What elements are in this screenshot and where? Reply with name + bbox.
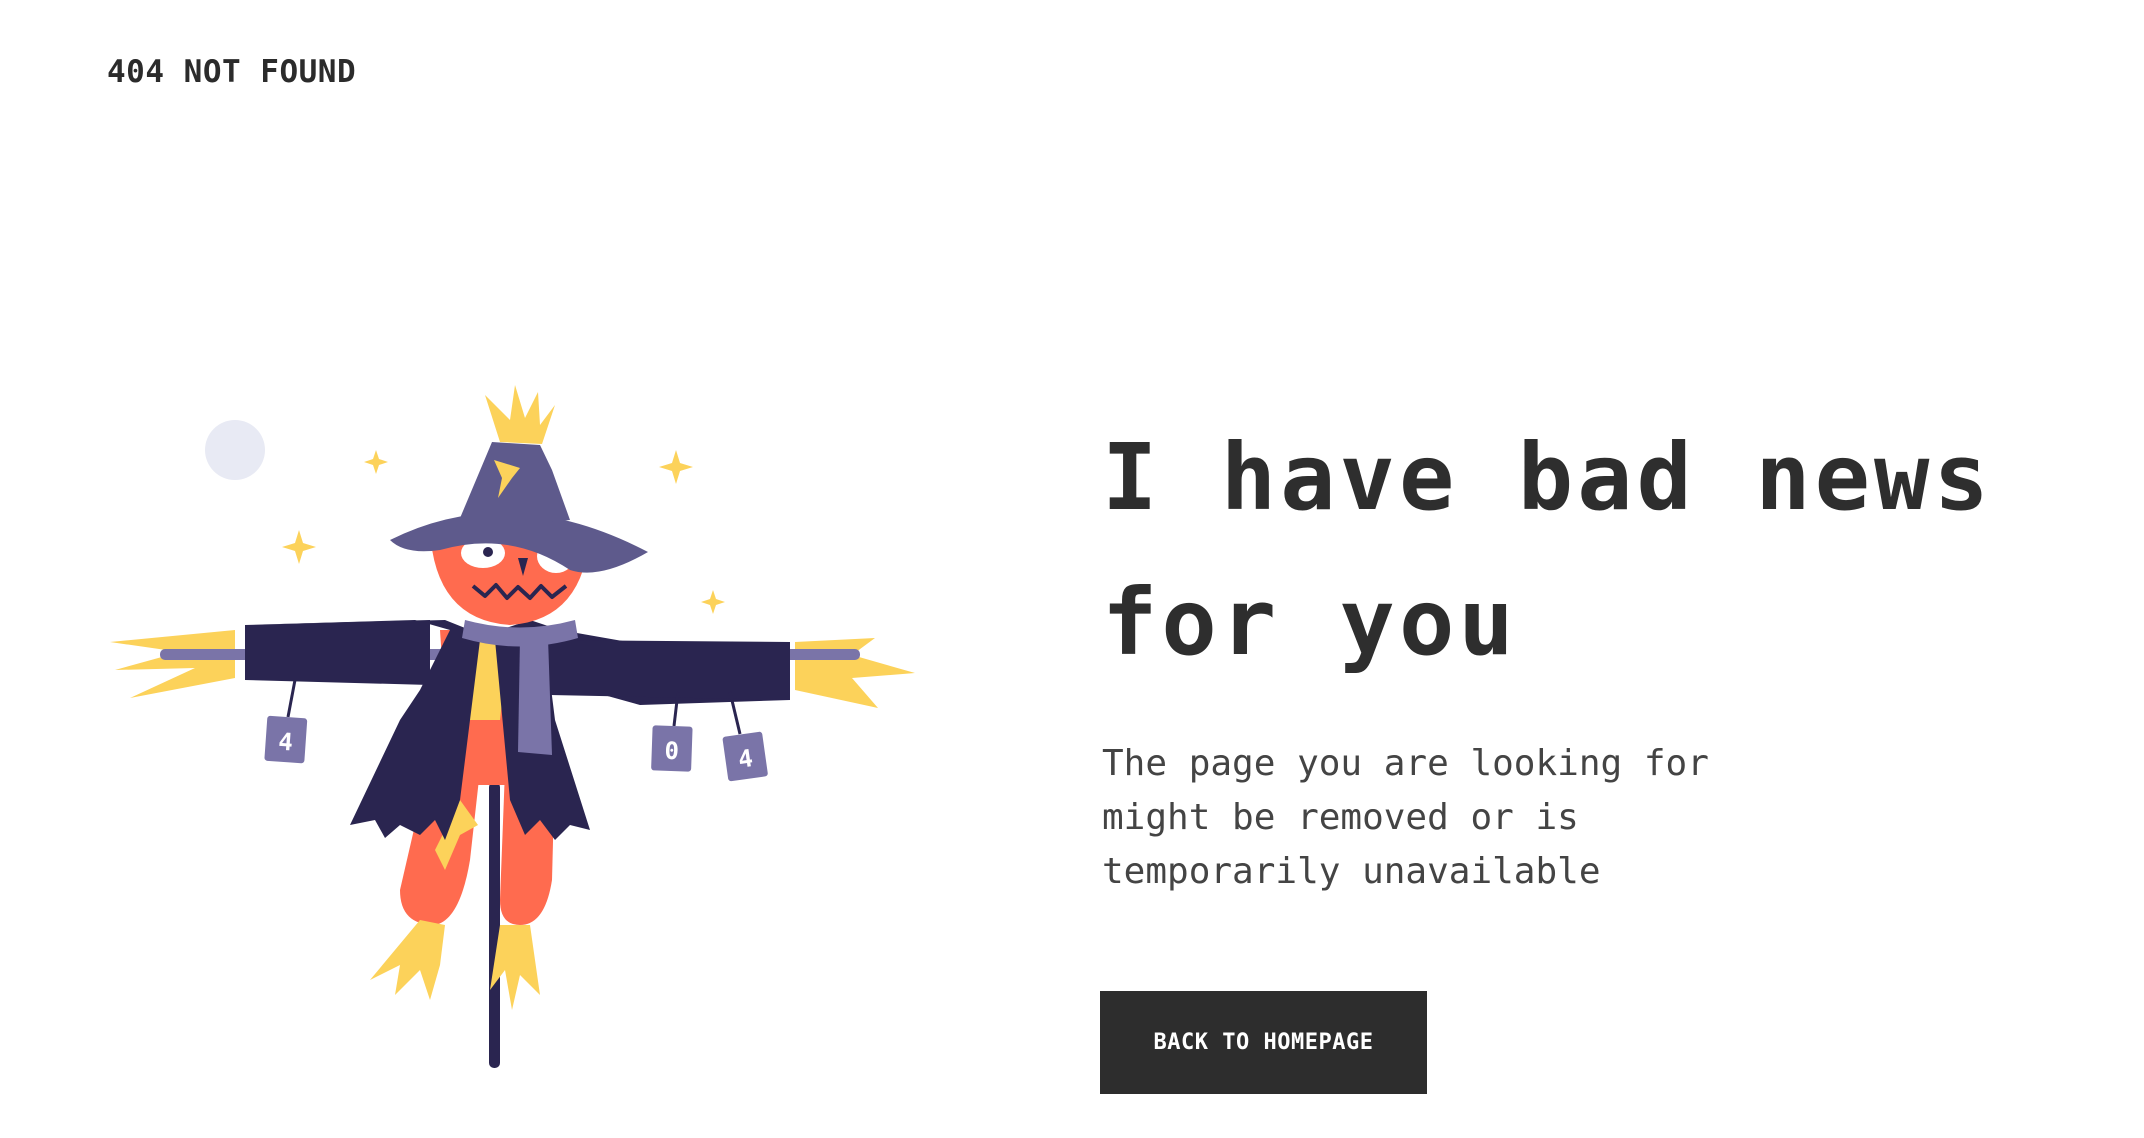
can-left: 4: [264, 715, 308, 764]
moon-icon: [205, 420, 265, 480]
can-right: 4: [722, 731, 768, 782]
right-hand-straw: [795, 638, 915, 708]
scarecrow-illustration: 4 0 4: [110, 385, 915, 1068]
page-title: I have bad news for you: [1102, 424, 1993, 676]
hat-straw: [485, 385, 555, 444]
not-found-page: 404 NOT FOUND 4 0 4 I have bad news for …: [0, 0, 2144, 1138]
status-label: 404 NOT FOUND: [107, 54, 357, 90]
can-middle-label: 0: [664, 737, 679, 765]
left-hand-straw: [110, 630, 235, 698]
can-middle: 0: [651, 725, 693, 772]
can-left-label: 4: [277, 728, 293, 757]
left-foot-straw: [370, 920, 445, 1000]
pole: [489, 782, 500, 1068]
coat-right-sleeve: [550, 640, 790, 700]
coat-left-sleeve: [245, 620, 430, 685]
back-to-homepage-button[interactable]: BACK TO HOMEPAGE: [1100, 991, 1427, 1094]
scarf-tail: [518, 638, 552, 755]
error-description: The page you are looking for might be re…: [1102, 743, 1709, 892]
hat-crown: [455, 442, 570, 530]
